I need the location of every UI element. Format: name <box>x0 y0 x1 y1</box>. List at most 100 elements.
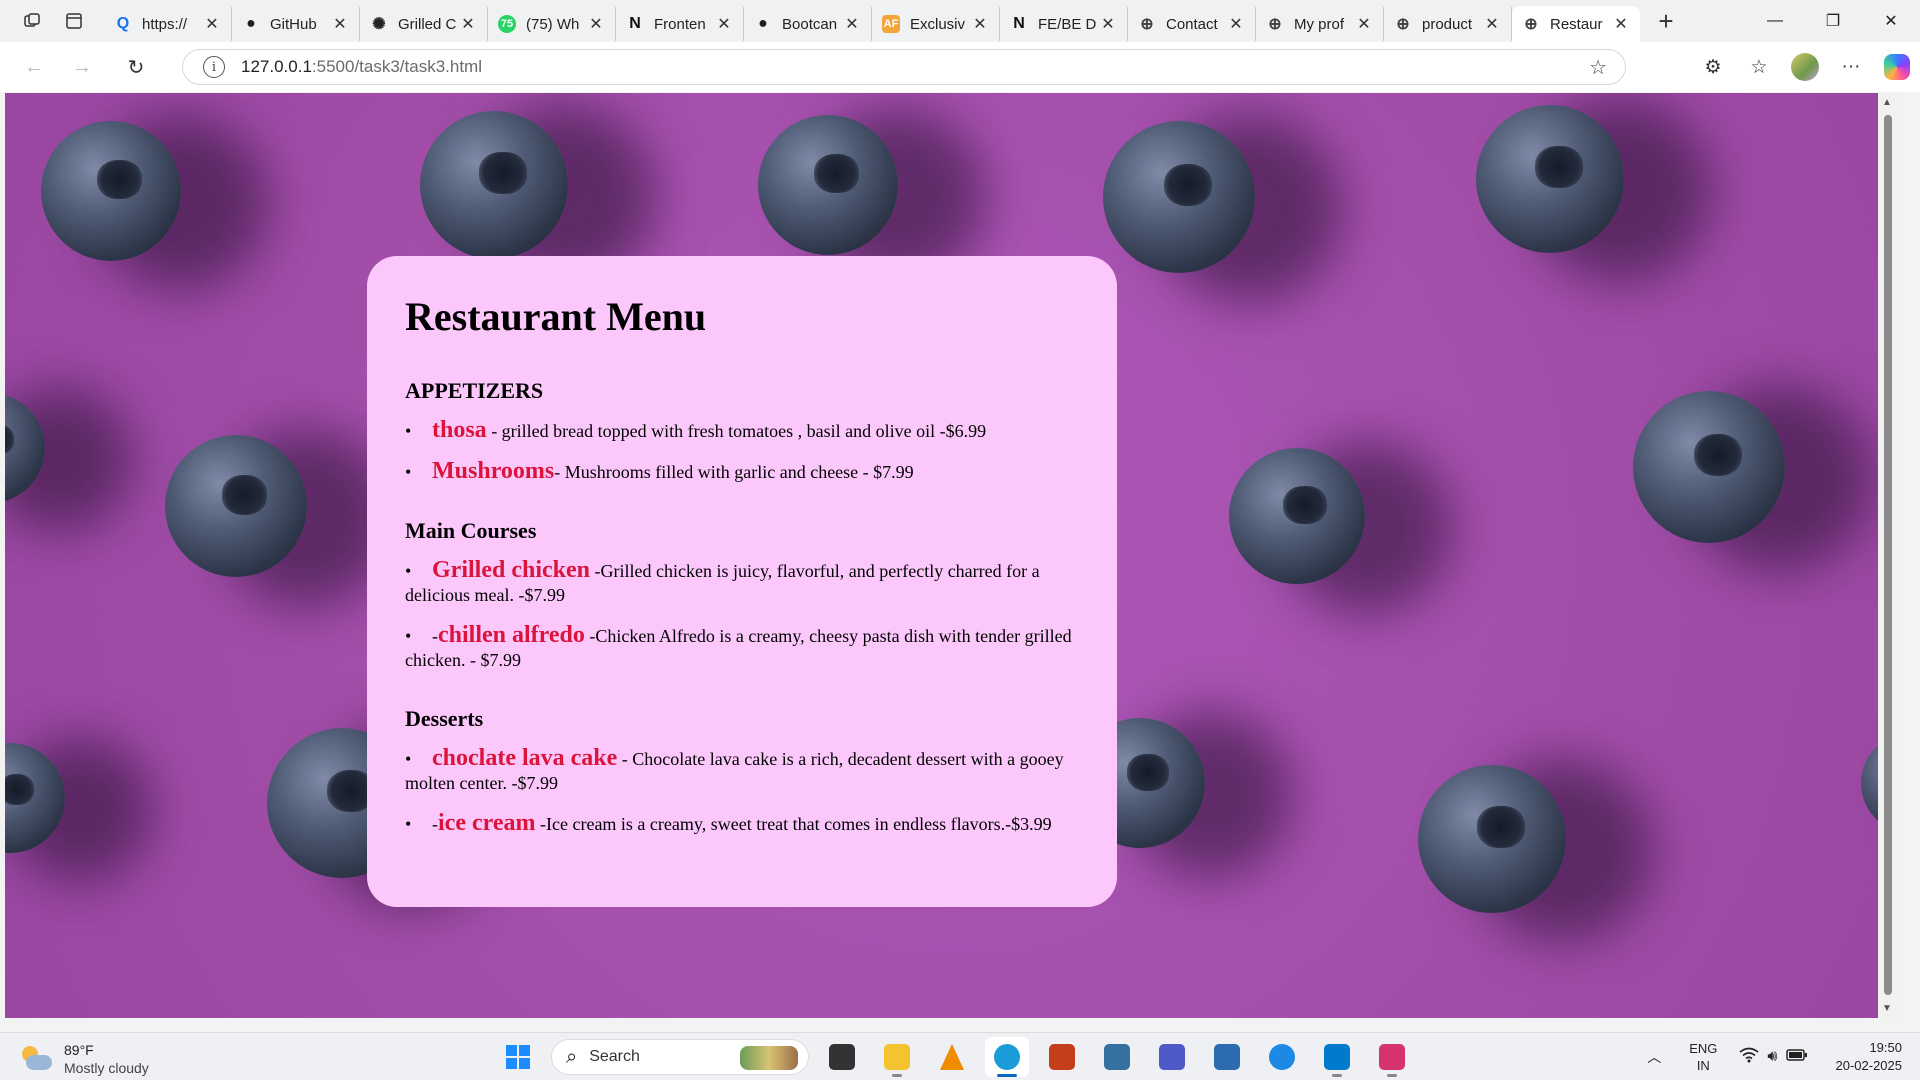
copilot-icon[interactable] <box>1884 54 1910 80</box>
tab[interactable]: N Fronten ✕ <box>616 7 744 41</box>
tab-title: Restaur <box>1550 15 1603 33</box>
battery-icon[interactable] <box>1785 1048 1808 1067</box>
favorite-star-icon[interactable]: ☆ <box>1589 55 1607 80</box>
close-tab-icon[interactable]: ✕ <box>331 14 349 34</box>
url-text[interactable]: 127.0.0.1:5500/task3/task3.html <box>241 57 482 77</box>
tab-title: product <box>1422 15 1473 33</box>
profile-avatar[interactable] <box>1791 53 1819 81</box>
page-viewport: Restaurant Menu APPETIZERS • thosa - grill… <box>5 93 1898 1018</box>
taskbar-search[interactable]: ⌕ Search <box>551 1039 809 1075</box>
weather-widget[interactable]: 89°F Mostly cloudy <box>20 1041 149 1077</box>
refresh-icon[interactable]: ↻ <box>116 47 156 87</box>
favorites-icon[interactable]: ☆ <box>1736 47 1782 87</box>
tab[interactable]: ⊕ Contact ✕ <box>1128 7 1256 41</box>
close-tab-icon[interactable]: ✕ <box>1355 14 1373 34</box>
close-tab-icon[interactable]: ✕ <box>587 14 605 34</box>
scroll-up-icon[interactable]: ▲ <box>1882 97 1892 108</box>
address-bar[interactable]: i 127.0.0.1:5500/task3/task3.html ☆ <box>182 49 1626 85</box>
site-info-icon[interactable]: i <box>203 56 225 78</box>
help-app[interactable] <box>1260 1037 1304 1077</box>
close-tab-icon[interactable]: ✕ <box>1099 14 1117 34</box>
running-indicator <box>1387 1074 1397 1077</box>
file-explorer-app[interactable] <box>875 1037 919 1077</box>
weather-condition: Mostly cloudy <box>64 1060 149 1076</box>
window-icon <box>1214 1044 1240 1070</box>
menu-item: • Mushrooms- Mushrooms filled with garlic… <box>405 459 1079 484</box>
close-tab-icon[interactable]: ✕ <box>1483 14 1501 34</box>
close-tab-icon[interactable]: ✕ <box>971 14 989 34</box>
close-tab-icon[interactable]: ✕ <box>459 14 477 34</box>
extensions-icon[interactable]: ⚙ <box>1690 47 1736 87</box>
more-options-icon[interactable]: ··· <box>1828 47 1874 87</box>
tab[interactable]: Qhttps:// ✕ <box>104 7 232 41</box>
tab[interactable]: AF Exclusiv ✕ <box>872 7 1000 41</box>
close-tab-icon[interactable]: ✕ <box>843 14 861 34</box>
globe-icon: ⊕ <box>1140 16 1154 33</box>
help-icon <box>1269 1044 1295 1070</box>
tab[interactable]: 75 (75) Wh ✕ <box>488 7 616 41</box>
tab-active[interactable]: ⊕ Restaur ✕ <box>1512 6 1640 42</box>
close-tab-icon[interactable]: ✕ <box>1227 14 1245 34</box>
tab[interactable]: ● Bootcan ✕ <box>744 7 872 41</box>
windows-taskbar: 89°F Mostly cloudy ⌕ Search ︿ ENG IN 🔊︎ <box>0 1032 1920 1080</box>
wifi-icon[interactable] <box>1739 1047 1759 1068</box>
close-window-icon[interactable]: ✕ <box>1862 0 1920 42</box>
powerpoint-icon <box>1049 1044 1075 1070</box>
restore-icon[interactable]: ❐ <box>1804 0 1862 42</box>
language-indicator[interactable]: ENG IN <box>1689 1040 1717 1074</box>
back-icon[interactable]: ← <box>14 47 54 87</box>
snipping-tool-app[interactable] <box>1370 1037 1414 1077</box>
notion-icon: N <box>1013 15 1025 32</box>
close-tab-icon[interactable]: ✕ <box>1612 14 1630 34</box>
blueberry-image <box>1476 105 1624 253</box>
blueberry-image <box>1229 448 1365 584</box>
weather-temperature: 89°F <box>64 1042 94 1058</box>
snipping-tool-icon <box>1379 1044 1405 1070</box>
menu-section: APPETIZERS • thosa - grilled bread topped … <box>405 378 1079 484</box>
bullet-icon: • <box>405 462 412 482</box>
minimize-icon[interactable]: — <box>1746 0 1804 42</box>
menu-item-description: -Ice cream is a creamy, sweet treat that… <box>535 814 1052 834</box>
edge-app[interactable] <box>985 1037 1029 1077</box>
volume-icon[interactable]: 🔊︎ <box>1767 1048 1777 1066</box>
tab[interactable]: ⊕ product ✕ <box>1384 7 1512 41</box>
tab-title: Exclusiv <box>910 15 966 33</box>
new-tab-button[interactable]: + <box>1646 3 1686 39</box>
window-app[interactable] <box>1205 1037 1249 1077</box>
bullet-icon: • <box>405 814 412 834</box>
tab[interactable]: N FE/BE D ✕ <box>1000 7 1128 41</box>
close-tab-icon[interactable]: ✕ <box>715 14 733 34</box>
taskbar-apps: ⌕ Search <box>496 1037 1425 1077</box>
tab[interactable]: ⊕ My prof ✕ <box>1256 7 1384 41</box>
tab-title: FE/BE D <box>1038 15 1097 33</box>
workspaces-icon[interactable] <box>14 3 50 39</box>
start-button[interactable] <box>496 1037 540 1077</box>
section-heading: APPETIZERS <box>405 378 544 403</box>
blueberry-image <box>165 435 307 577</box>
show-hidden-icons-icon[interactable]: ︿ <box>1647 1047 1661 1067</box>
scrollbar-thumb[interactable] <box>1884 115 1892 995</box>
forward-icon[interactable]: → <box>62 47 102 87</box>
page-scrollbar[interactable]: ▲ ▼ <box>1878 93 1898 1018</box>
running-indicator <box>997 1074 1017 1077</box>
close-tab-icon[interactable]: ✕ <box>203 14 221 34</box>
bullet-icon: • <box>405 626 412 646</box>
clock[interactable]: 19:50 20-02-2025 <box>1836 1039 1903 1075</box>
python-app[interactable] <box>1095 1037 1139 1077</box>
menu-item: • Grilled chicken -Grilled chicken is jui… <box>405 558 1079 607</box>
blueberry-image <box>758 115 898 255</box>
tab-title: Contact <box>1166 15 1218 33</box>
tab[interactable]: ● GitHub ✕ <box>232 7 360 41</box>
tab-strip: Qhttps://✕ ● GitHub ✕ ✺ Grilled C ✕ 75 (75) Wh ✕ N… <box>0 0 1920 42</box>
vscode-app[interactable] <box>1315 1037 1359 1077</box>
menu-section: Main Courses • Grilled chicken -Grilled ch… <box>405 518 1079 672</box>
vertical-tabs-icon[interactable] <box>56 3 92 39</box>
menu-item-list: • thosa - grilled bread topped with fresh… <box>405 418 1079 484</box>
tab[interactable]: ✺ Grilled C ✕ <box>360 7 488 41</box>
teams-app[interactable] <box>1150 1037 1194 1077</box>
vlc-app[interactable] <box>930 1037 974 1077</box>
menu-item-name: Grilled chicken <box>432 557 590 583</box>
task-view-app[interactable] <box>820 1037 864 1077</box>
scroll-down-icon[interactable]: ▼ <box>1882 1003 1892 1014</box>
powerpoint-app[interactable] <box>1040 1037 1084 1077</box>
